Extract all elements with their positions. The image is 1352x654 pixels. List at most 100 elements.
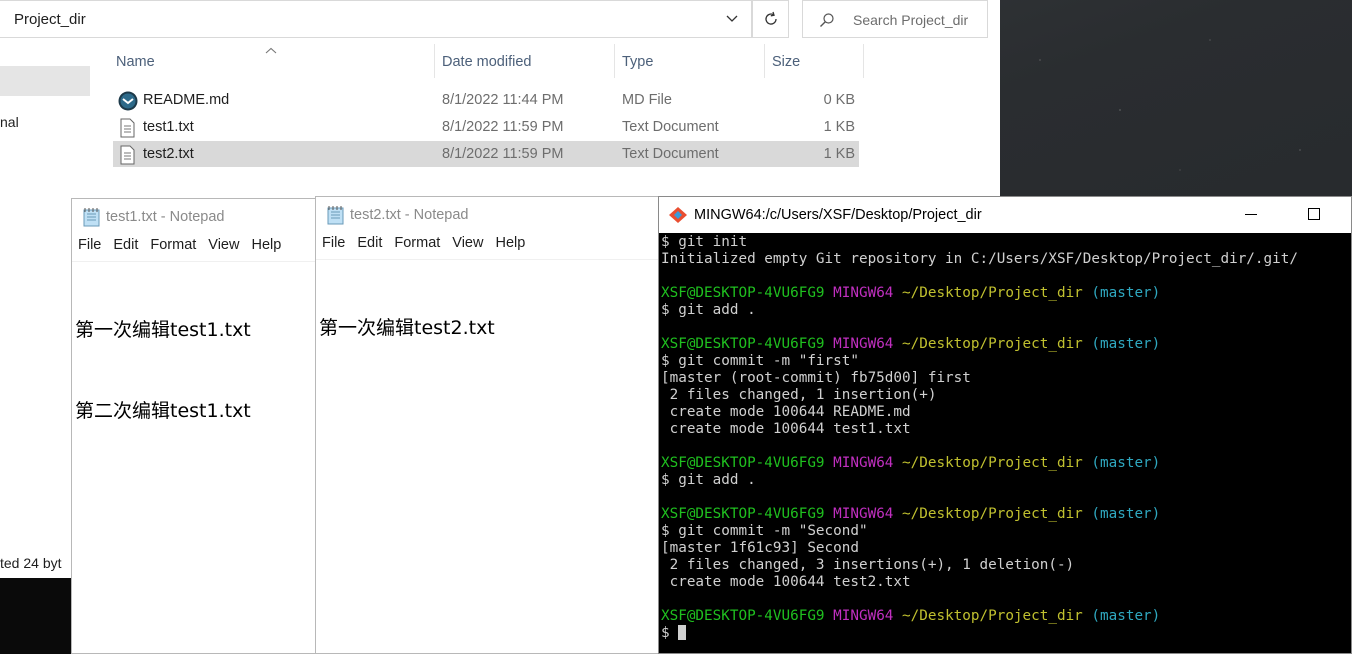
menu-edit[interactable]: Edit — [107, 237, 144, 259]
prompt-line: XSF@DESKTOP-4VU6FG9 MINGW64 ~/Desktop/Pr… — [661, 506, 1351, 523]
prompt-user: XSF@DESKTOP-4VU6FG9 — [661, 455, 825, 471]
text-editor-area[interactable]: 第一次编辑test1.txt 第二次编辑test1.txt — [75, 263, 251, 479]
output-line: 2 files changed, 3 insertions(+), 1 dele… — [661, 557, 1075, 573]
output-line: create mode 100644 test2.txt — [661, 574, 911, 590]
column-separator[interactable] — [434, 44, 435, 78]
column-header-type[interactable]: Type — [622, 54, 653, 70]
column-separator[interactable] — [614, 44, 615, 78]
menu-help[interactable]: Help — [489, 235, 531, 257]
address-bar[interactable]: Project_dir — [0, 0, 752, 38]
text-file-icon — [118, 145, 136, 165]
menu-format[interactable]: Format — [388, 235, 446, 257]
prompt-user: XSF@DESKTOP-4VU6FG9 — [661, 506, 825, 522]
column-separator[interactable] — [764, 44, 765, 78]
refresh-icon — [764, 11, 777, 25]
title-bar[interactable]: MINGW64:/c/Users/XSF/Desktop/Project_dir — [659, 197, 1351, 233]
prompt-symbol: $ — [661, 625, 679, 641]
menu-view[interactable]: View — [202, 237, 245, 259]
column-separator[interactable] — [863, 44, 864, 78]
file-name: test2.txt — [143, 146, 194, 162]
terminal-output[interactable]: $ git init Initialized empty Git reposito… — [661, 234, 1351, 653]
prompt-user: XSF@DESKTOP-4VU6FG9 — [661, 336, 825, 352]
menu-help[interactable]: Help — [245, 237, 287, 259]
window-title: test1.txt - Notepad — [106, 209, 225, 225]
file-row[interactable]: README.md 8/1/2022 11:44 PM MD File 0 KB — [113, 87, 859, 113]
column-header-date[interactable]: Date modified — [442, 54, 531, 70]
column-header-size[interactable]: Size — [772, 54, 800, 70]
nav-pane-selected-item[interactable] — [0, 66, 90, 96]
output-line: Initialized empty Git repository in C:/U… — [661, 251, 1298, 267]
notepad-icon — [82, 207, 102, 230]
prompt-branch: (master) — [1091, 455, 1161, 471]
file-type: Text Document — [622, 146, 719, 162]
window-title: test2.txt - Notepad — [350, 207, 469, 223]
file-type: Text Document — [622, 119, 719, 135]
menu-file[interactable]: File — [72, 237, 107, 259]
git-bash-icon — [668, 206, 688, 227]
output-line: [master (root-commit) fb75d00] first — [661, 370, 971, 386]
search-input[interactable]: Search Project_dir — [802, 0, 988, 38]
menu-file[interactable]: File — [316, 235, 351, 257]
file-size: 1 KB — [823, 146, 855, 162]
prompt-branch: (master) — [1091, 506, 1161, 522]
chevron-down-icon[interactable] — [722, 9, 742, 29]
file-row[interactable]: test1.txt 8/1/2022 11:59 PM Text Documen… — [113, 114, 859, 140]
file-date: 8/1/2022 11:44 PM — [442, 92, 564, 108]
output-line: create mode 100644 test1.txt — [661, 421, 911, 437]
file-date: 8/1/2022 11:59 PM — [442, 146, 564, 162]
text-file-icon — [118, 118, 136, 138]
divider — [316, 259, 664, 260]
prompt-path: ~/Desktop/Project_dir — [902, 506, 1083, 522]
prompt-env: MINGW64 — [833, 608, 894, 624]
nav-pane-item-label[interactable]: nal — [0, 114, 19, 130]
refresh-button[interactable] — [752, 0, 789, 38]
output-line: 2 files changed, 1 insertion(+) — [661, 387, 937, 403]
prompt-path: ~/Desktop/Project_dir — [902, 455, 1083, 471]
sort-ascending-icon — [265, 42, 277, 58]
file-type: MD File — [622, 92, 672, 108]
file-size: 1 KB — [823, 119, 855, 135]
search-placeholder: Search Project_dir — [853, 12, 969, 28]
text-cursor — [678, 625, 687, 640]
address-path[interactable]: Project_dir — [14, 11, 86, 28]
prompt-env: MINGW64 — [833, 336, 894, 352]
file-row-selected[interactable]: test2.txt 8/1/2022 11:59 PM Text Documen… — [113, 141, 859, 167]
menu-view[interactable]: View — [446, 235, 489, 257]
prompt-user: XSF@DESKTOP-4VU6FG9 — [661, 285, 825, 301]
notepad-window-test2: test2.txt - Notepad File Edit Format Vie… — [315, 196, 665, 654]
prompt-env: MINGW64 — [833, 285, 894, 301]
command-line: $ git commit -m "Second" — [661, 523, 868, 539]
prompt-line: XSF@DESKTOP-4VU6FG9 MINGW64 ~/Desktop/Pr… — [661, 285, 1351, 302]
prompt-line: XSF@DESKTOP-4VU6FG9 MINGW64 ~/Desktop/Pr… — [661, 336, 1351, 353]
output-line: create mode 100644 README.md — [661, 404, 911, 420]
input-line: $ — [661, 625, 1351, 642]
menu-format[interactable]: Format — [144, 237, 202, 259]
file-name: test1.txt — [143, 119, 194, 135]
file-name: README.md — [143, 92, 230, 108]
markdown-app-icon — [118, 91, 138, 111]
text-editor-area[interactable]: 第一次编辑test2.txt — [319, 261, 495, 396]
window-title: MINGW64:/c/Users/XSF/Desktop/Project_dir — [694, 207, 982, 223]
column-header-name[interactable]: Name — [116, 54, 155, 70]
maximize-button[interactable] — [1308, 208, 1320, 220]
search-icon — [819, 12, 835, 31]
divider — [72, 261, 320, 262]
command-line: $ git add . — [661, 302, 756, 318]
prompt-line: XSF@DESKTOP-4VU6FG9 MINGW64 ~/Desktop/Pr… — [661, 455, 1351, 472]
menu-edit[interactable]: Edit — [351, 235, 388, 257]
notepad-icon — [326, 205, 346, 228]
minimize-button[interactable] — [1245, 214, 1257, 215]
command-line: $ git init — [661, 234, 748, 250]
editor-line: 第二次编辑test1.txt — [75, 400, 251, 422]
command-line: $ git commit -m "first" — [661, 353, 859, 369]
notepad-window-test1: test1.txt - Notepad File Edit Format Vie… — [71, 198, 321, 654]
status-bar-text: ted 24 byt — [0, 555, 62, 571]
editor-line: 第一次编辑test1.txt — [75, 319, 251, 341]
prompt-branch: (master) — [1091, 608, 1161, 624]
editor-line: 第一次编辑test2.txt — [319, 317, 495, 339]
mingw64-terminal-window: MINGW64:/c/Users/XSF/Desktop/Project_dir… — [658, 196, 1352, 654]
prompt-env: MINGW64 — [833, 455, 894, 471]
